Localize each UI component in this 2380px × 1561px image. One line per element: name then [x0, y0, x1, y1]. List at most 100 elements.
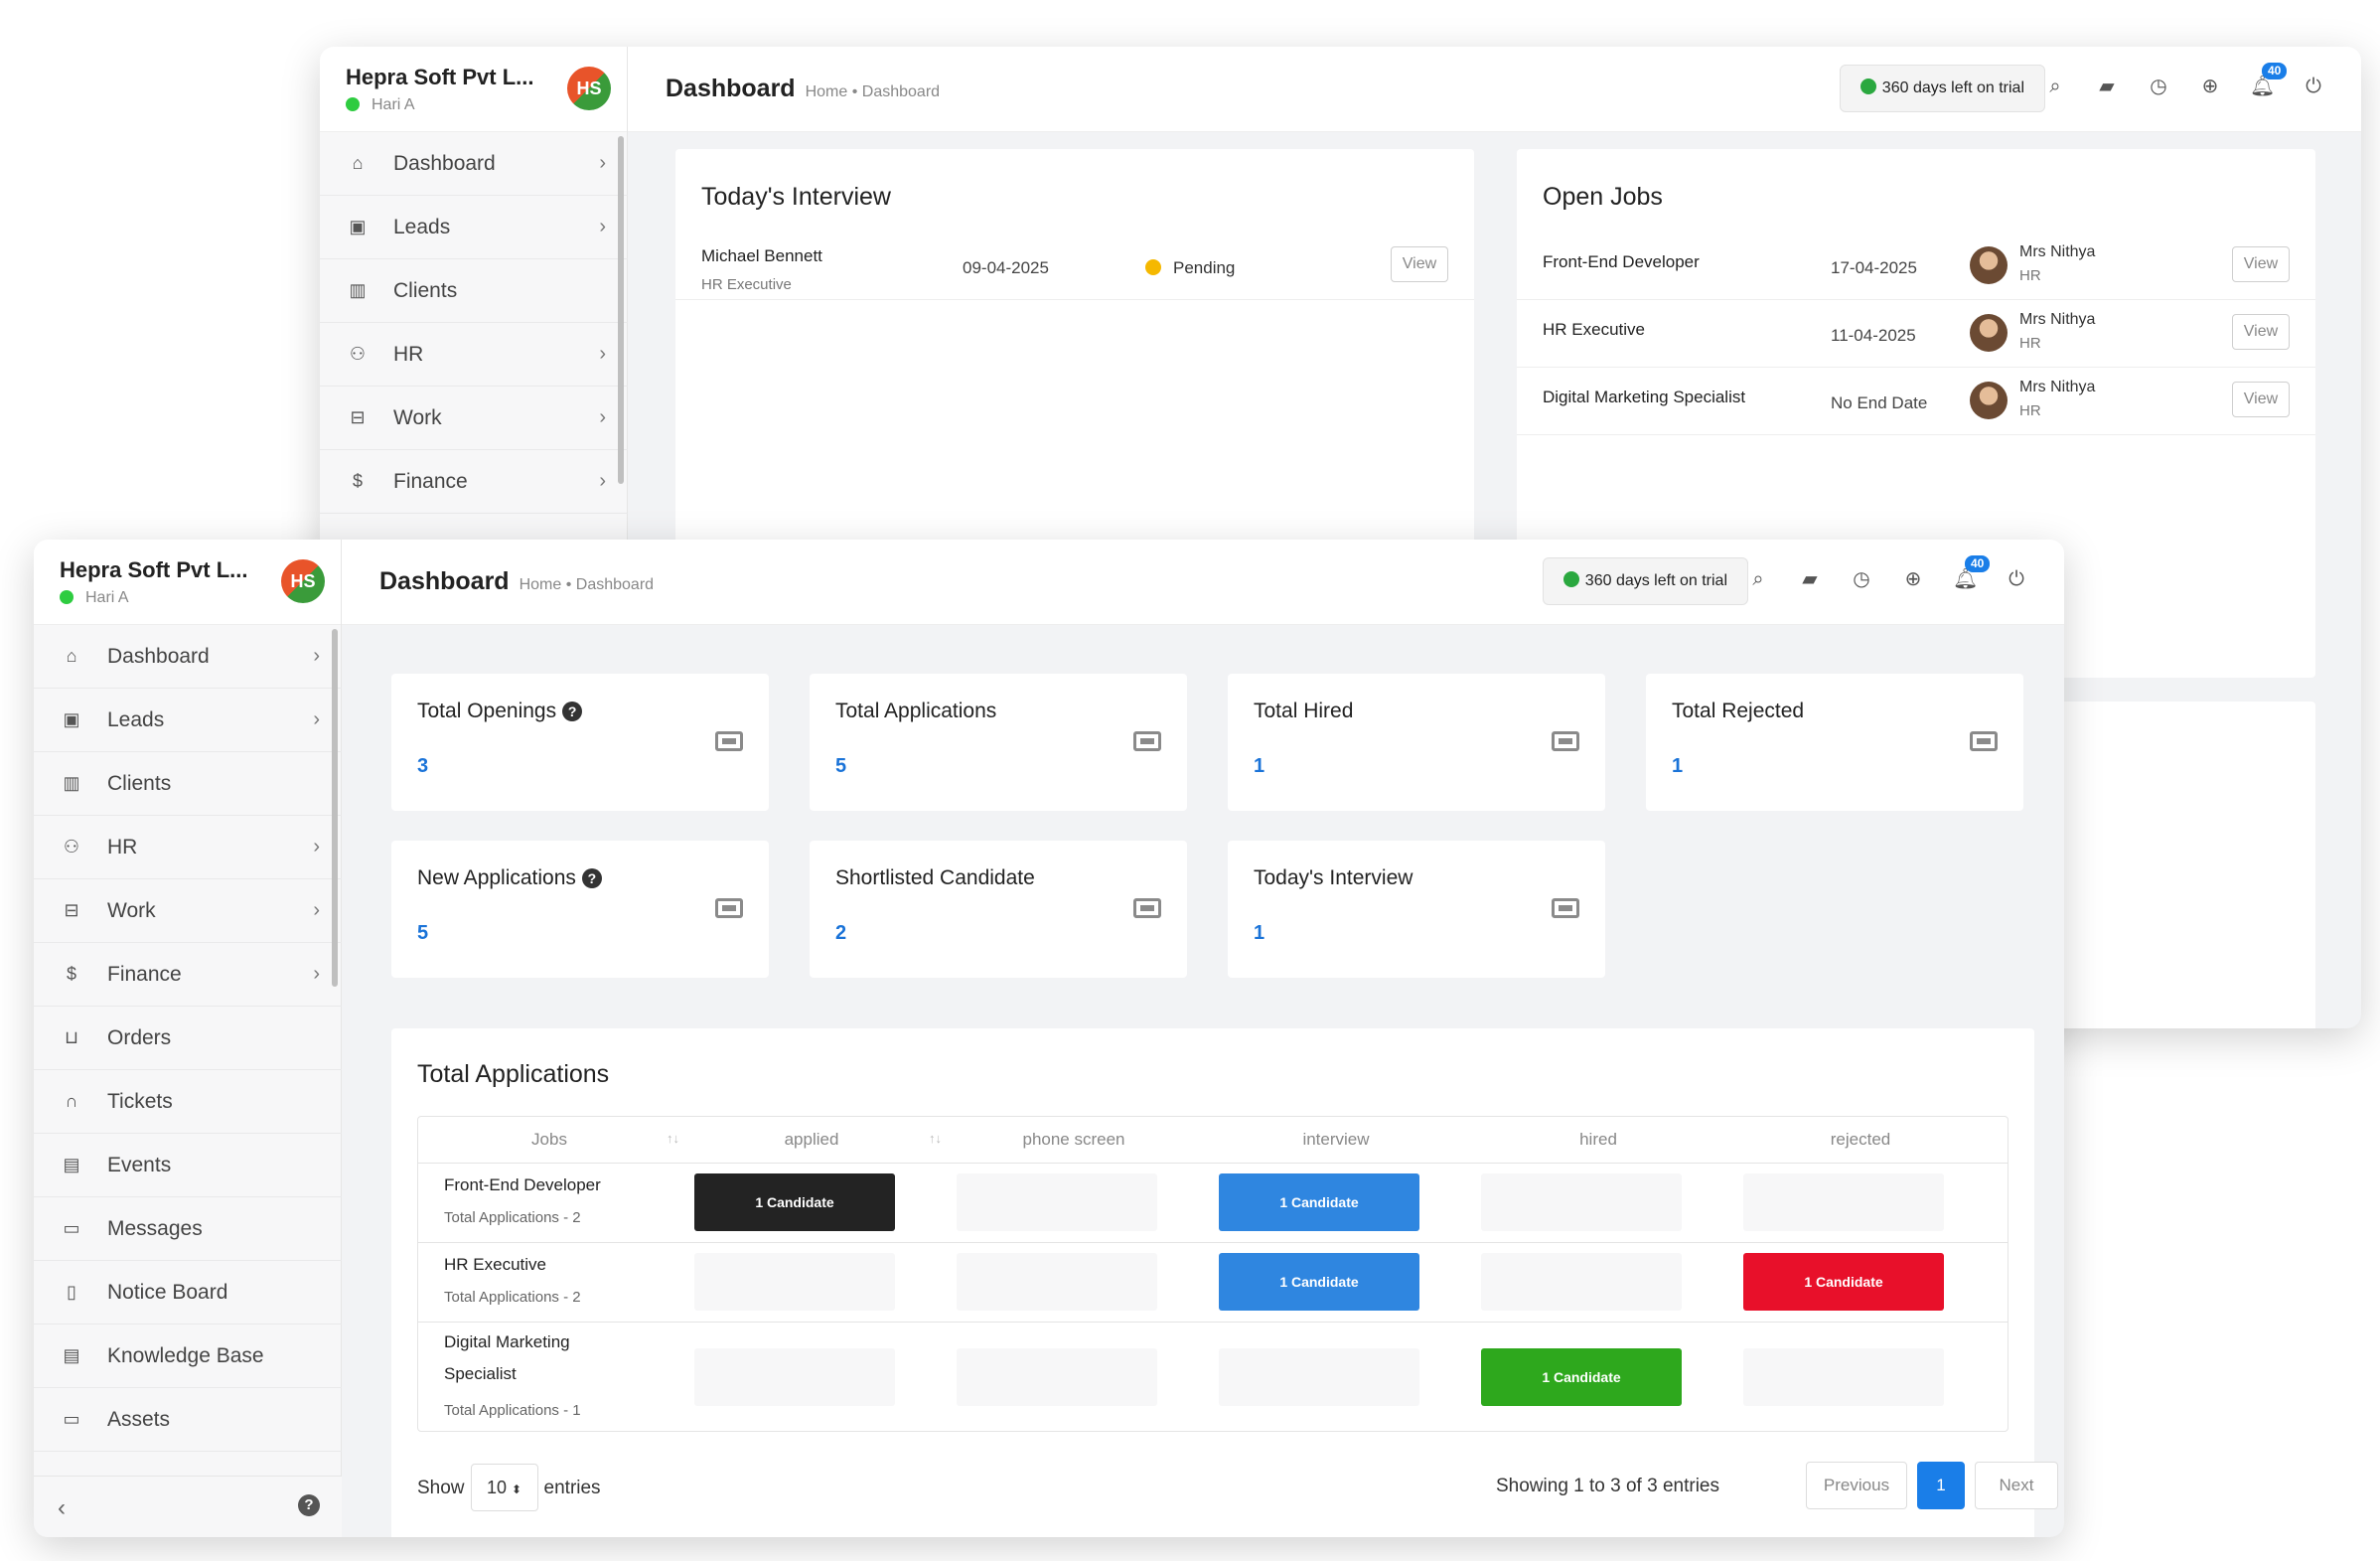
sort-icon[interactable]: ↑↓ — [929, 1131, 942, 1146]
table-row: HR Executive Total Applications - 2 1 Ca… — [418, 1242, 2008, 1322]
candidate-cell-applied[interactable] — [694, 1253, 895, 1311]
stat-card-todays-interview[interactable]: Today's Interview 1 — [1228, 841, 1605, 978]
sidebar-item-tickets[interactable]: ∩ Tickets — [34, 1070, 342, 1134]
candidate-cell-rejected[interactable] — [1743, 1348, 1944, 1406]
sidebar-scrollbar[interactable] — [332, 629, 338, 987]
column-header-interview[interactable]: interview — [1205, 1117, 1467, 1163]
candidate-cell-phone-screen[interactable] — [957, 1253, 1157, 1311]
sidebar-item-knowledge-base[interactable]: ▤ Knowledge Base — [34, 1325, 342, 1388]
sidebar-item-work[interactable]: ⊟ Work › — [320, 387, 628, 450]
candidate-cell-interview[interactable]: 1 Candidate — [1219, 1253, 1419, 1311]
help-icon[interactable]: ? — [562, 702, 583, 721]
candidate-cell-hired[interactable] — [1481, 1173, 1682, 1231]
total-applications-card: Total Applications Jobs ↑↓ applied ↑↓ ph… — [391, 1028, 2058, 1537]
candidate-cell-rejected[interactable]: 1 Candidate — [1743, 1253, 1944, 1311]
view-button[interactable]: View — [2232, 314, 2290, 350]
sidebar-item-messages[interactable]: ▭ Messages — [34, 1197, 342, 1261]
page-size-select[interactable]: 10 ⬍ — [470, 1464, 538, 1511]
sidebar-item-leads[interactable]: ▣ Leads › — [34, 689, 342, 752]
previous-page-button[interactable]: Previous — [1806, 1462, 1907, 1509]
stat-card-total-rejected[interactable]: Total Rejected 1 — [1646, 674, 2023, 811]
interview-date: 09-04-2025 — [963, 258, 1049, 277]
candidate-cell-hired[interactable]: 1 Candidate — [1481, 1348, 1682, 1406]
column-header-phone-screen[interactable]: phone screen — [943, 1117, 1205, 1163]
stat-card-new-applications[interactable]: New Applications? 5 — [391, 841, 769, 978]
sidebar-item-dashboard[interactable]: ⌂ Dashboard › — [34, 625, 342, 689]
sticky-note-icon[interactable]: ▰ — [1798, 567, 1822, 591]
column-header-rejected[interactable]: rejected — [1729, 1117, 1992, 1163]
sidebar-item-finance[interactable]: $ Finance › — [320, 450, 628, 514]
candidate-cell-rejected[interactable] — [1743, 1173, 1944, 1231]
company-logo[interactable]: HS — [567, 67, 611, 110]
next-page-button[interactable]: Next — [1975, 1462, 2058, 1509]
power-icon[interactable]: ⏻ — [2302, 75, 2325, 98]
candidate-cell-interview[interactable] — [1219, 1348, 1419, 1406]
add-circle-icon[interactable]: ⊕ — [1901, 567, 1925, 591]
sidebar-item-label: Leads — [107, 707, 165, 731]
sidebar-item-orders[interactable]: ⊔ Orders — [34, 1007, 342, 1070]
trial-badge[interactable]: 360 days left on trial — [1542, 557, 1748, 605]
headset-icon: ∩ — [65, 1091, 78, 1111]
help-icon[interactable]: ? — [581, 868, 602, 888]
add-circle-icon[interactable]: ⊕ — [2198, 75, 2222, 98]
search-icon[interactable]: ⌕ — [1746, 567, 1770, 591]
sidebar-scrollbar[interactable] — [618, 136, 624, 484]
sidebar-item-notice-board[interactable]: ▯ Notice Board — [34, 1261, 342, 1325]
bell-icon[interactable]: 🔔︎ 40 — [1953, 555, 1991, 591]
stat-value: 1 — [1254, 922, 1265, 944]
search-icon[interactable]: ⌕ — [2043, 75, 2067, 98]
view-button[interactable]: View — [1391, 246, 1448, 282]
sidebar-item-label: Clients — [393, 278, 458, 302]
user-status: Hari A — [346, 96, 415, 114]
candidate-cell-phone-screen[interactable] — [957, 1348, 1157, 1406]
sidebar-item-label: Notice Board — [107, 1280, 228, 1304]
stat-title: Total Hired — [1254, 700, 1354, 722]
sidebar-item-hr[interactable]: ⚇ HR › — [320, 323, 628, 387]
sidebar-item-label: Leads — [393, 215, 451, 238]
sidebar-item-assets[interactable]: ▭ Assets — [34, 1388, 342, 1452]
sidebar-item-dashboard[interactable]: ⌂ Dashboard › — [320, 132, 628, 196]
breadcrumb[interactable]: Home • Dashboard — [520, 576, 654, 594]
stat-title: Total Openings? — [417, 700, 583, 723]
column-header-applied[interactable]: applied — [680, 1117, 943, 1163]
view-button[interactable]: View — [2232, 382, 2290, 417]
collapse-sidebar-icon[interactable]: ‹ — [58, 1494, 66, 1522]
candidate-cell-applied[interactable]: 1 Candidate — [694, 1173, 895, 1231]
power-icon[interactable]: ⏻ — [2005, 567, 2028, 591]
clock-icon[interactable]: ◷ — [1850, 567, 1873, 591]
breadcrumb[interactable]: Home • Dashboard — [806, 83, 940, 101]
stat-card-total-applications[interactable]: Total Applications 5 — [810, 674, 1187, 811]
column-header-jobs[interactable]: Jobs — [418, 1117, 680, 1163]
help-icon[interactable]: ? — [298, 1494, 320, 1516]
view-button[interactable]: View — [2232, 246, 2290, 282]
trial-badge[interactable]: 360 days left on trial — [1839, 65, 2045, 112]
company-logo[interactable]: HS — [281, 559, 325, 603]
sidebar-item-hr[interactable]: ⚇ HR › — [34, 816, 342, 879]
page-1-button[interactable]: 1 — [1917, 1462, 1965, 1509]
candidate-cell-interview[interactable]: 1 Candidate — [1219, 1173, 1419, 1231]
sort-icon[interactable]: ↑↓ — [667, 1131, 679, 1146]
candidate-cell-phone-screen[interactable] — [957, 1173, 1157, 1231]
sidebar-item-label: Work — [393, 405, 442, 429]
sticky-note-icon[interactable]: ▰ — [2095, 75, 2119, 98]
sidebar-item-label: Dashboard — [393, 151, 496, 175]
job-end-date: 17-04-2025 — [1831, 258, 1917, 277]
stat-card-total-openings[interactable]: Total Openings? 3 — [391, 674, 769, 811]
column-header-hired[interactable]: hired — [1467, 1117, 1729, 1163]
chevron-right-icon: › — [599, 152, 606, 174]
candidate-cell-hired[interactable] — [1481, 1253, 1682, 1311]
topbar: Dashboard Home • Dashboard 360 days left … — [342, 540, 2064, 625]
sidebar-item-events[interactable]: ▤ Events — [34, 1134, 342, 1197]
stat-card-shortlisted-candidate[interactable]: Shortlisted Candidate 2 — [810, 841, 1187, 978]
sidebar-item-leads[interactable]: ▣ Leads › — [320, 196, 628, 259]
sidebar-item-work[interactable]: ⊟ Work › — [34, 879, 342, 943]
stat-card-total-hired[interactable]: Total Hired 1 — [1228, 674, 1605, 811]
clock-icon[interactable]: ◷ — [2147, 75, 2170, 98]
sidebar-item-finance[interactable]: $ Finance › — [34, 943, 342, 1007]
clipboard-icon: ▯ — [67, 1282, 76, 1302]
ticket-icon — [715, 898, 743, 918]
sidebar-item-clients[interactable]: ▥ Clients — [34, 752, 342, 816]
bell-icon[interactable]: 🔔︎ 40 — [2250, 63, 2288, 98]
candidate-cell-applied[interactable] — [694, 1348, 895, 1406]
sidebar-item-clients[interactable]: ▥ Clients — [320, 259, 628, 323]
